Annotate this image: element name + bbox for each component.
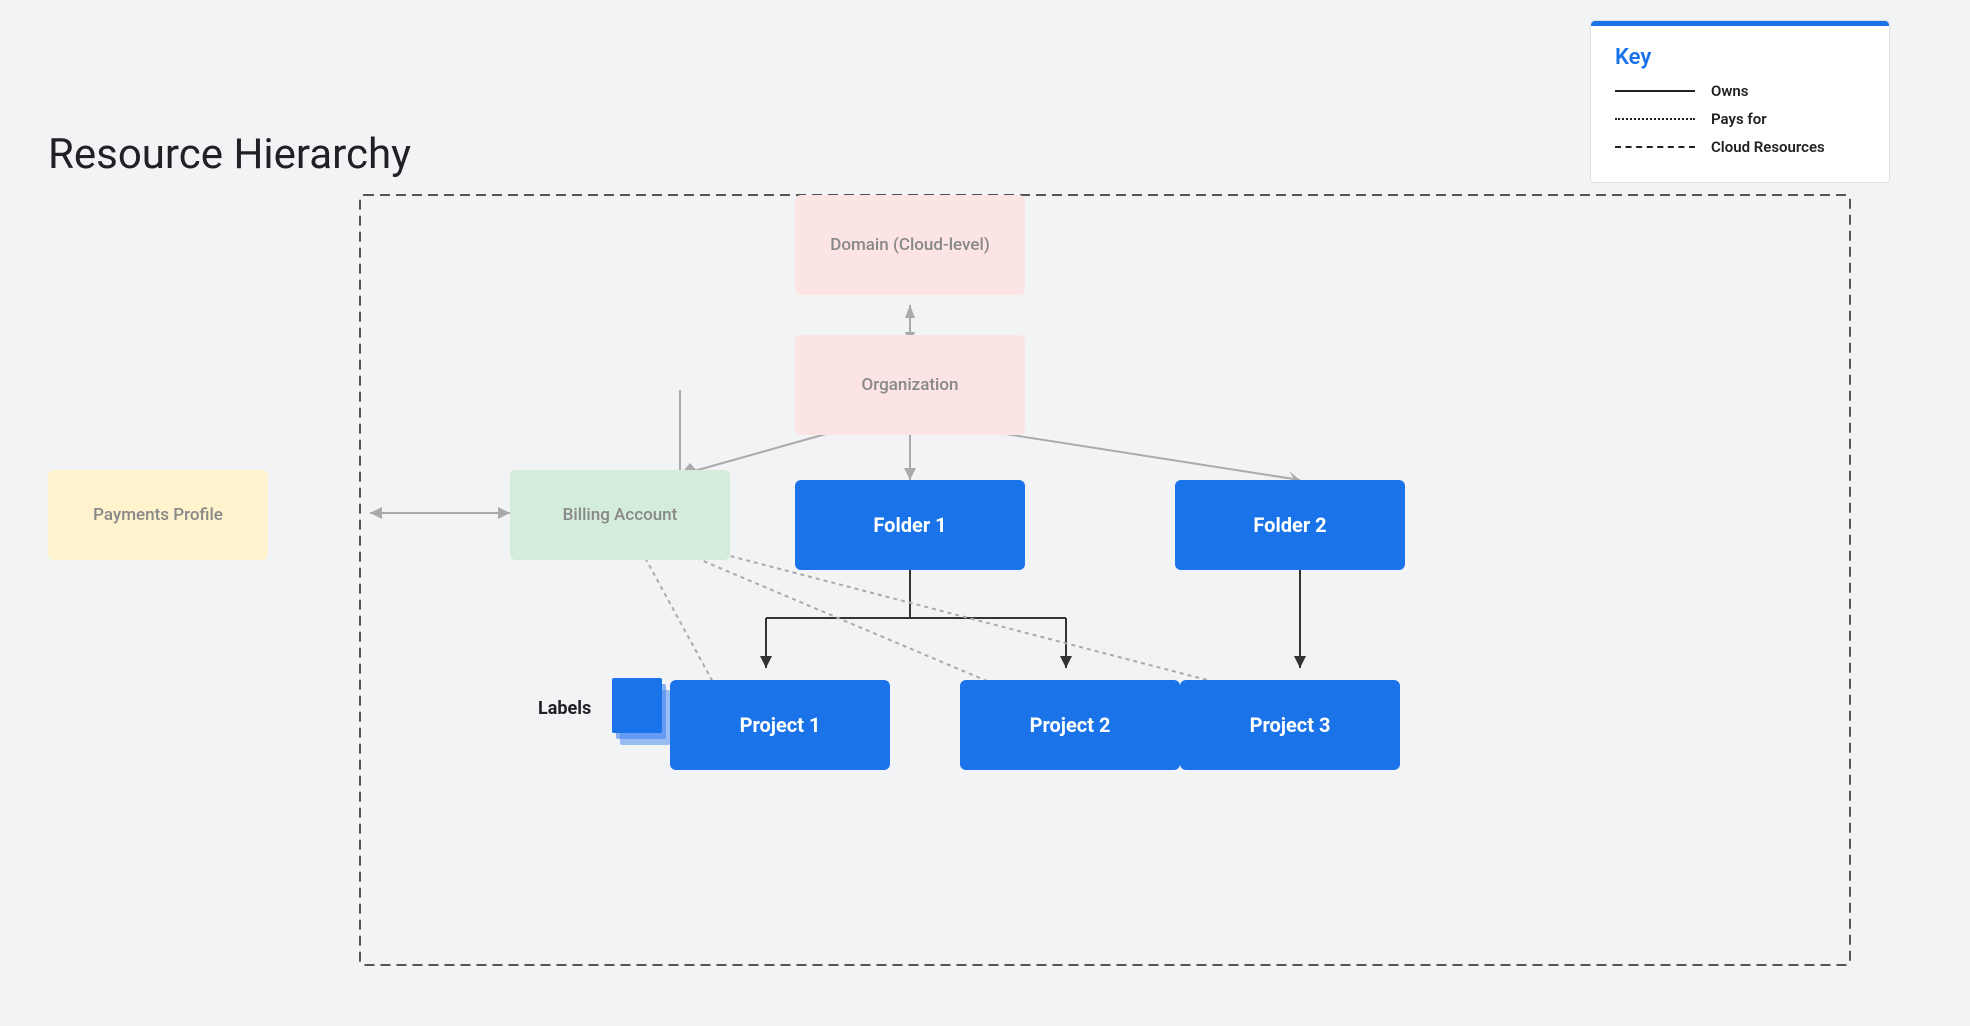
key-line-dotted <box>1615 118 1695 120</box>
key-item-cloud: Cloud Resources <box>1615 138 1865 156</box>
key-title: Key <box>1615 45 1865 70</box>
key-box: Key Owns Pays for Cloud Resources <box>1590 20 1890 183</box>
key-item-owns: Owns <box>1615 82 1865 100</box>
page-title: Resource Hierarchy <box>48 130 411 179</box>
key-item-pays: Pays for <box>1615 110 1865 128</box>
node-domain: Domain (Cloud-level) <box>795 195 1025 295</box>
node-folder1: Folder 1 <box>795 480 1025 570</box>
node-folder2: Folder 2 <box>1175 480 1405 570</box>
node-project1: Project 1 <box>670 680 890 770</box>
key-line-solid <box>1615 90 1695 92</box>
key-accent-bar <box>1591 21 1889 26</box>
node-organization: Organization <box>795 335 1025 435</box>
labels-stacked-icon <box>610 672 680 752</box>
key-label-cloud: Cloud Resources <box>1711 138 1825 156</box>
node-project3: Project 3 <box>1180 680 1400 770</box>
key-line-dashed <box>1615 146 1695 148</box>
node-project2: Project 2 <box>960 680 1180 770</box>
labels-text: Labels <box>538 698 591 719</box>
key-label-pays: Pays for <box>1711 110 1767 128</box>
key-label-owns: Owns <box>1711 82 1749 100</box>
node-payments-profile: Payments Profile <box>48 470 268 560</box>
node-billing-account: Billing Account <box>510 470 730 560</box>
